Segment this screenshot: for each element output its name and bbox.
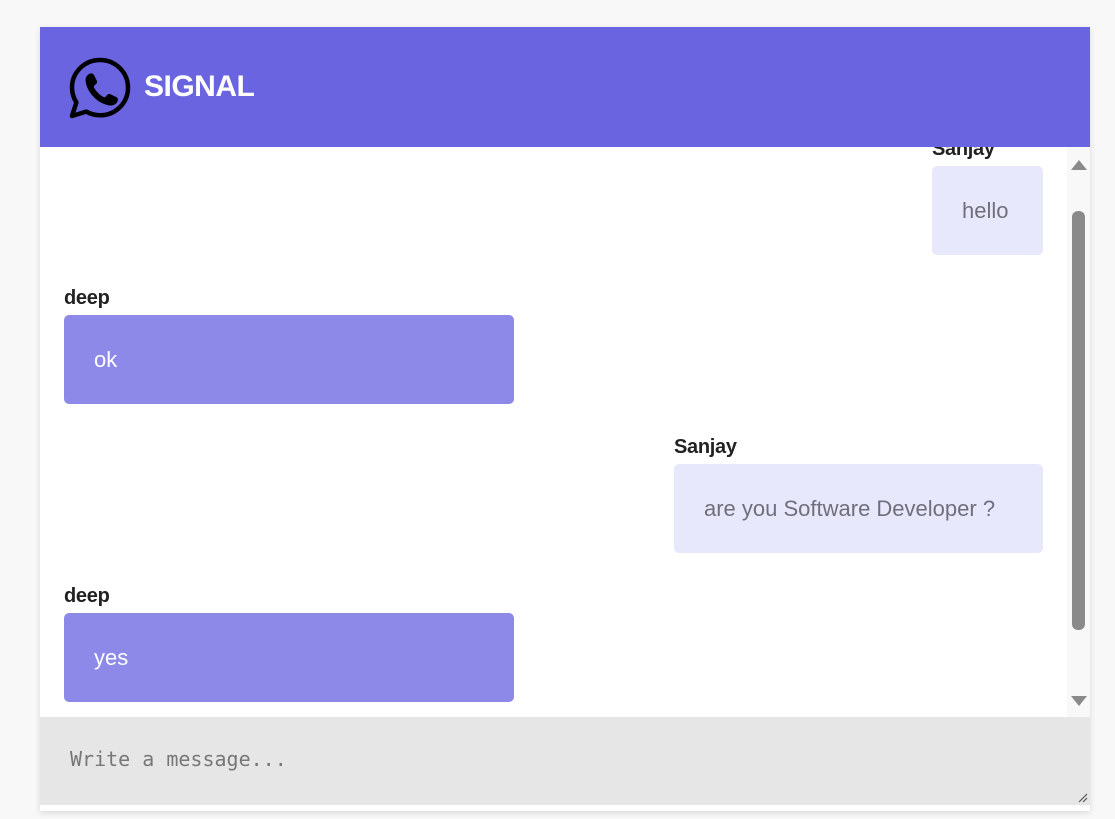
message-item: Sanjay hello [932,147,1043,255]
message-bubble: are you Software Developer ? [674,464,1043,553]
message-list-scrollbar[interactable] [1067,147,1090,717]
scroll-up-arrow-icon[interactable] [1071,160,1087,170]
app-header: SIGNAL [40,27,1090,147]
app-title: SIGNAL [144,70,255,103]
message-bubble: ok [64,315,514,404]
message-sender: Sanjay [674,436,737,458]
scrollbar-thumb[interactable] [1072,211,1085,630]
message-item: deep yes [64,584,514,702]
message-list: Sanjay hello deep ok Sanjay are you Soft… [40,147,1090,717]
message-input[interactable] [40,717,1090,805]
message-sender: deep [64,287,110,309]
message-composer [40,717,1090,805]
resize-handle-icon[interactable] [1076,791,1088,803]
chat-window: SIGNAL Sanjay hello deep ok Sanjay are y… [40,27,1090,811]
message-item: Sanjay are you Software Developer ? [674,435,1043,553]
message-bubble: hello [932,166,1043,255]
message-sender: deep [64,585,110,607]
scroll-down-arrow-icon[interactable] [1071,696,1087,706]
message-item: deep ok [64,286,514,404]
whatsapp-phone-icon [69,57,131,119]
message-bubble: yes [64,613,514,702]
message-sender: Sanjay [932,147,995,160]
